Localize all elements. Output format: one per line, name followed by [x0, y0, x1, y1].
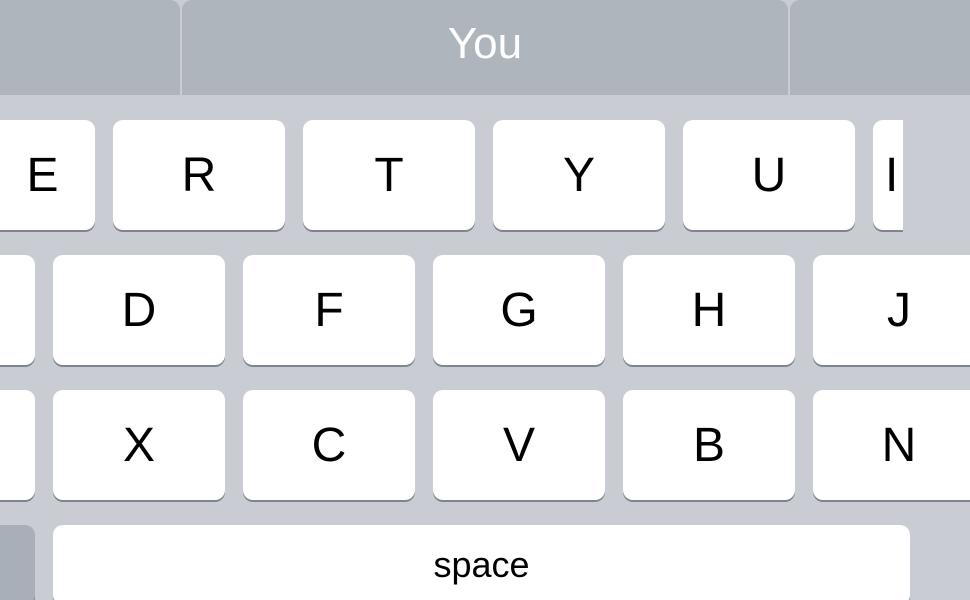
- key-E[interactable]: E: [0, 120, 95, 230]
- key-partial-left-row2[interactable]: [0, 255, 35, 365]
- key-V[interactable]: V: [433, 390, 605, 500]
- key-X[interactable]: X: [53, 390, 225, 500]
- key-Y[interactable]: Y: [493, 120, 665, 230]
- key-F[interactable]: F: [243, 255, 415, 365]
- keyboard-row-2: D F G H J: [0, 255, 970, 365]
- keyboard-row-4: space: [0, 525, 970, 600]
- key-D[interactable]: D: [53, 255, 225, 365]
- key-H[interactable]: H: [623, 255, 795, 365]
- key-R[interactable]: R: [113, 120, 285, 230]
- key-C[interactable]: C: [243, 390, 415, 500]
- modifier-key[interactable]: [0, 525, 35, 600]
- key-J[interactable]: J: [813, 255, 970, 365]
- suggestion-center[interactable]: You: [182, 0, 788, 95]
- keyboard-row-3: X C V B N: [0, 390, 970, 500]
- key-partial-left-row3[interactable]: [0, 390, 35, 500]
- key-space[interactable]: space: [53, 525, 910, 600]
- key-T[interactable]: T: [303, 120, 475, 230]
- suggestion-left[interactable]: [0, 0, 180, 95]
- suggestion-right[interactable]: [790, 0, 970, 95]
- suggestion-bar: You: [0, 0, 970, 95]
- key-N[interactable]: N: [813, 390, 970, 500]
- key-U[interactable]: U: [683, 120, 855, 230]
- key-B[interactable]: B: [623, 390, 795, 500]
- keyboard-row-1: E R T Y U I: [0, 120, 970, 230]
- key-I[interactable]: I: [873, 120, 903, 230]
- key-G[interactable]: G: [433, 255, 605, 365]
